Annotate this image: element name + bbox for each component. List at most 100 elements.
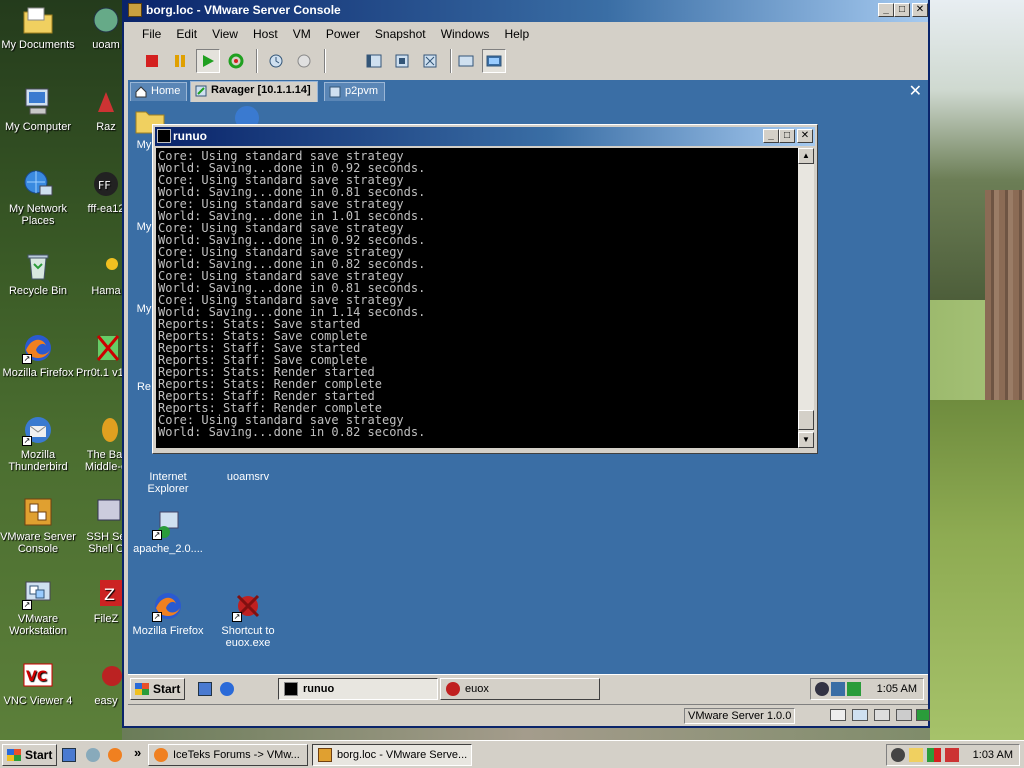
vm-icon xyxy=(195,85,207,97)
console-minimize-button[interactable]: _ xyxy=(763,129,779,143)
play-icon xyxy=(203,55,214,67)
scroll-up-arrow-icon[interactable]: ▲ xyxy=(798,148,814,164)
sidebar-view-icon xyxy=(366,54,382,68)
tab-ravager[interactable]: Ravager [10.1.1.14] xyxy=(190,81,318,102)
full-screen-button[interactable] xyxy=(418,49,442,73)
guest-icon-apache[interactable]: ↗ apache_2.0.... xyxy=(128,508,208,555)
vmware-workstation-icon: ↗ xyxy=(22,578,54,610)
toolbar-separator xyxy=(324,49,326,73)
desktop-wallpaper-fence xyxy=(985,190,1024,410)
device-cdrom-icon[interactable] xyxy=(874,709,890,721)
suspend-button[interactable] xyxy=(168,49,192,73)
console-task-icon xyxy=(284,682,298,696)
take-snapshot-button[interactable] xyxy=(264,49,288,73)
tray-colors-icon[interactable] xyxy=(927,748,941,762)
close-tab-button[interactable]: ✕ xyxy=(909,81,922,101)
shortcut-arrow-icon: ↗ xyxy=(152,530,162,540)
menu-host[interactable]: Host xyxy=(247,24,284,44)
power-on-button[interactable] xyxy=(196,49,220,73)
device-floppy-icon[interactable] xyxy=(830,709,846,721)
menu-view[interactable]: View xyxy=(206,24,244,44)
desktop-icon-vmware-workstation[interactable]: ↗ VMware Workstation xyxy=(0,578,80,637)
desktop-icon-firefox[interactable]: ↗ Mozilla Firefox xyxy=(0,332,80,379)
reset-button[interactable] xyxy=(224,49,248,73)
desktop-icon-my-computer[interactable]: My Computer xyxy=(0,86,80,133)
ie-quicklaunch-icon[interactable] xyxy=(220,682,234,696)
guest-desktop[interactable]: My My My Re Internet Explorer uoamsrv ↗ … xyxy=(128,102,928,674)
power-off-button[interactable] xyxy=(140,49,164,73)
guest-clock: 1:05 AM xyxy=(876,683,917,695)
prr-icon xyxy=(90,332,122,364)
host-start-button[interactable]: Start xyxy=(2,744,58,766)
vm-window-titlebar[interactable]: borg.loc - VMware Server Console _ □ ✕ xyxy=(124,0,928,22)
show-desktop-icon[interactable] xyxy=(62,748,76,762)
console-maximize-button[interactable]: □ xyxy=(779,129,795,143)
console-close-button[interactable]: ✕ xyxy=(797,129,813,143)
console-scrollbar[interactable]: ▲ ▼ xyxy=(798,148,814,448)
hama-icon xyxy=(90,250,122,282)
console-output[interactable]: Core: Using standard save strategy World:… xyxy=(156,148,798,448)
host-clock: 1:03 AM xyxy=(972,749,1013,761)
menu-vm[interactable]: VM xyxy=(287,24,317,44)
vm-toolbar xyxy=(130,47,650,75)
desktop-icon-my-documents[interactable]: My Documents xyxy=(0,4,80,51)
console-line: _ xyxy=(158,437,166,448)
minimize-button[interactable]: _ xyxy=(878,3,894,17)
windows-logo-icon xyxy=(135,683,149,695)
menu-windows[interactable]: Windows xyxy=(435,24,496,44)
quicklaunch-more-chevron[interactable]: » xyxy=(134,745,141,760)
tray-security-icon[interactable] xyxy=(831,682,845,696)
tray-network-icon[interactable] xyxy=(815,682,829,696)
menu-snapshot[interactable]: Snapshot xyxy=(369,24,432,44)
apache-installer-icon: ↗ xyxy=(152,508,184,540)
console-line: World: Saving...done in 0.82 seconds. xyxy=(158,425,426,439)
tray-folder-icon[interactable] xyxy=(909,748,923,762)
tab-p2pvm[interactable]: p2pvm xyxy=(324,82,386,101)
desktop-icon-network-places[interactable]: My Network Places xyxy=(0,168,80,227)
device-network-icon[interactable] xyxy=(852,709,868,721)
device-usb-icon[interactable] xyxy=(916,709,930,721)
snapshot-icon xyxy=(269,54,283,68)
host-task-vmware-console[interactable]: borg.loc - VMware Serve... xyxy=(312,744,472,766)
show-desktop-icon[interactable] xyxy=(198,682,212,696)
toolbar-separator xyxy=(256,49,258,73)
tray-volume-icon[interactable] xyxy=(847,682,861,696)
desktop-icon-recycle-bin[interactable]: Recycle Bin xyxy=(0,250,80,297)
tab-home[interactable]: Home xyxy=(130,82,188,101)
console-view-button[interactable] xyxy=(362,49,386,73)
euox-icon: ↗ xyxy=(232,590,264,622)
guest-icon-euox[interactable]: ↗ Shortcut to euox.exe xyxy=(208,590,288,649)
quick-switch-button[interactable] xyxy=(390,49,414,73)
quicklaunch-app-icon[interactable] xyxy=(86,748,100,762)
menu-edit[interactable]: Edit xyxy=(170,24,203,44)
host-task-iceteks-forums[interactable]: IceTeks Forums -> VMw... xyxy=(148,744,308,766)
maximize-button[interactable]: □ xyxy=(894,3,910,17)
revert-snapshot-button[interactable] xyxy=(292,49,316,73)
menu-file[interactable]: File xyxy=(136,24,167,44)
desktop-icon-thunderbird[interactable]: ↗ Mozilla Thunderbird xyxy=(0,414,80,473)
menu-help[interactable]: Help xyxy=(498,24,535,44)
guest-start-button[interactable]: Start xyxy=(130,678,186,700)
scroll-down-arrow-icon[interactable]: ▼ xyxy=(798,432,814,448)
close-button[interactable]: ✕ xyxy=(912,3,928,17)
console-titlebar[interactable]: runuo _ □ ✕ xyxy=(155,127,815,146)
scroll-thumb[interactable] xyxy=(798,410,814,430)
vmware-app-icon xyxy=(128,3,142,17)
show-console-button[interactable] xyxy=(482,49,506,73)
show-summary-button[interactable] xyxy=(454,49,478,73)
guest-task-euox[interactable]: euox xyxy=(440,678,600,700)
desktop-icon-vnc[interactable]: VC VNC Viewer 4 xyxy=(0,660,80,707)
device-disk-icon[interactable] xyxy=(896,709,912,721)
ssh-icon xyxy=(90,496,122,528)
menu-power[interactable]: Power xyxy=(320,24,366,44)
uoam-icon xyxy=(90,4,122,36)
guest-firefox-icon: ↗ xyxy=(152,590,184,622)
firefox-quicklaunch-icon[interactable] xyxy=(108,748,122,762)
bat-icon xyxy=(90,414,122,446)
guest-task-runuo[interactable]: runuo xyxy=(278,678,438,700)
vm-version-label: VMware Server 1.0.0 xyxy=(684,708,796,724)
tray-app-icon[interactable] xyxy=(891,748,905,762)
guest-icon-firefox[interactable]: ↗ Mozilla Firefox xyxy=(128,590,208,637)
tray-network-icon[interactable] xyxy=(945,748,959,762)
desktop-icon-vmware-console[interactable]: VMware Server Console xyxy=(0,496,80,555)
